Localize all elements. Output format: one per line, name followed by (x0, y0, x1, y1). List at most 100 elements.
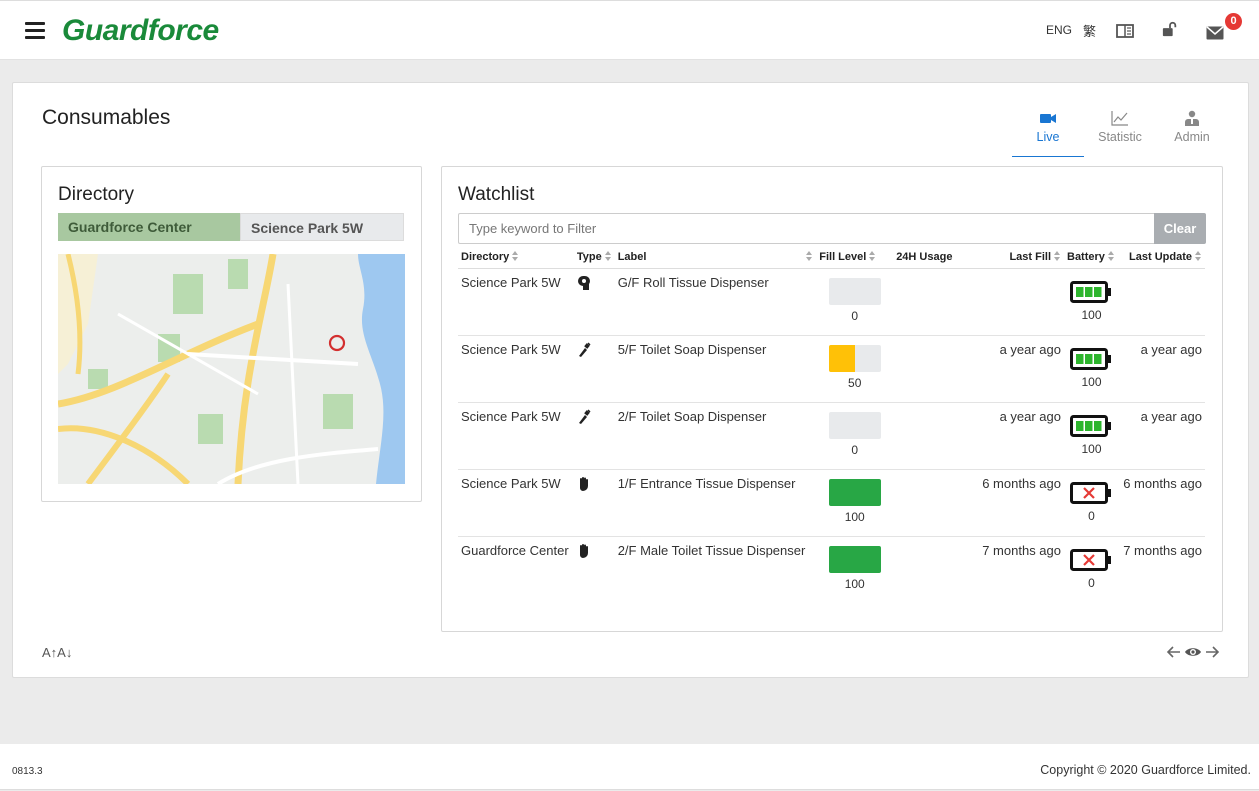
directory-panel: Directory Guardforce Center Science Park… (41, 166, 422, 502)
clear-filter-button[interactable]: Clear (1154, 213, 1206, 244)
cell-last-update: 6 months ago (1118, 469, 1205, 537)
map-graphic (58, 254, 405, 484)
watchlist-table: Directory Type Label Fill Level 24H Usag… (458, 246, 1205, 603)
battery-value: 100 (1081, 441, 1102, 456)
column-header-last-fill[interactable]: Last Fill (963, 246, 1064, 269)
cell-type (573, 469, 615, 537)
table-row[interactable]: Science Park 5W 5/F Toilet Soap Dispenser… (458, 335, 1205, 403)
top-bar: Guardforce ENG 繁 0 (0, 0, 1259, 60)
cell-last-fill (963, 268, 1064, 336)
fill-level-fill (828, 478, 881, 506)
soap-icon (577, 408, 591, 428)
tab-statistic[interactable]: Statistic (1084, 109, 1156, 157)
cell-last-update: a year ago (1118, 335, 1205, 403)
cell-label: 2/F Toilet Soap Dispenser (614, 402, 817, 470)
fill-level-value: 50 (848, 375, 862, 390)
directory-title: Directory (58, 184, 135, 205)
column-header-directory[interactable]: Directory (458, 246, 574, 269)
language-chinese-button[interactable]: 繁 (1083, 21, 1096, 40)
cell-type (574, 536, 615, 603)
hand-tissue-icon (577, 543, 591, 562)
watchlist-filter-input[interactable] (458, 213, 1155, 244)
battery-empty-icon (1070, 481, 1112, 504)
battery-empty-icon (1070, 548, 1112, 571)
cell-label: G/F Roll Tissue Dispenser (614, 268, 817, 336)
column-header-battery[interactable]: Battery (1064, 246, 1119, 269)
fill-level-bar (828, 344, 881, 372)
directory-map[interactable] (58, 254, 405, 484)
cell-fill-level: 100 (816, 536, 893, 603)
sort-icon (1054, 250, 1061, 261)
cell-24h-usage (893, 335, 964, 403)
view-tabs: Live Statistic Admin (1012, 109, 1228, 157)
cell-type (573, 268, 615, 336)
tab-live[interactable]: Live (1012, 109, 1084, 157)
language-english-button[interactable]: ENG (1046, 23, 1072, 37)
watchlist-body: Science Park 5W G/F Roll Tissue Dispenser… (458, 268, 1205, 603)
cell-directory: Science Park 5W (458, 469, 574, 537)
cell-last-fill: a year ago (963, 335, 1064, 403)
battery-full-icon (1070, 280, 1112, 303)
table-row[interactable]: Science Park 5W G/F Roll Tissue Dispenser… (458, 268, 1205, 336)
sort-icon (806, 250, 813, 261)
cell-last-fill: a year ago (963, 402, 1064, 470)
cell-24h-usage (893, 469, 964, 537)
tab-live-label: Live (1036, 130, 1060, 144)
tab-admin[interactable]: Admin (1156, 109, 1228, 157)
cell-directory: Science Park 5W (458, 335, 574, 403)
fill-level-bar (828, 545, 881, 573)
cell-last-update (1118, 268, 1205, 336)
table-header-row: Directory Type Label Fill Level 24H Usag… (458, 246, 1205, 269)
table-row[interactable]: Guardforce Center 2/F Male Toilet Tissue … (458, 536, 1205, 603)
sort-icon (1107, 250, 1115, 261)
directory-tabs: Guardforce Center Science Park 5W (58, 213, 404, 241)
tab-admin-label: Admin (1174, 130, 1210, 144)
battery-value: 100 (1081, 374, 1102, 389)
cell-last-update: a year ago (1118, 402, 1205, 470)
admin-user-icon (1185, 110, 1199, 126)
arrow-right-icon[interactable] (1204, 644, 1220, 660)
battery-full-icon (1070, 414, 1112, 437)
cell-type (573, 335, 615, 403)
fill-level-bar (828, 411, 881, 439)
cell-24h-usage (893, 536, 963, 603)
watchlist-title: Watchlist (458, 184, 535, 205)
table-row[interactable]: Science Park 5W 1/F Entrance Tissue Dispe… (458, 469, 1205, 537)
directory-tab-science-park-5w[interactable]: Science Park 5W (240, 213, 404, 241)
cell-battery: 100 (1064, 335, 1119, 403)
sort-icon (604, 250, 612, 261)
book-icon[interactable] (1116, 23, 1134, 39)
cell-label: 2/F Male Toilet Tissue Dispenser (617, 542, 806, 558)
cell-fill-level: 0 (816, 402, 894, 470)
cell-last-update: 7 months ago (1123, 542, 1202, 558)
unlock-icon[interactable] (1161, 21, 1179, 37)
font-size-controls[interactable]: A↑A↓ (42, 645, 72, 660)
cell-24h-usage (893, 268, 964, 336)
fill-level-value: 0 (851, 308, 859, 323)
roll-tissue-icon (577, 275, 591, 294)
video-camera-icon (1040, 114, 1056, 123)
line-chart-icon (1111, 111, 1128, 126)
arrow-left-icon[interactable] (1166, 644, 1182, 660)
mail-icon[interactable] (1206, 25, 1224, 41)
column-header-24h-usage[interactable]: 24H Usage (893, 246, 964, 269)
table-row[interactable]: Science Park 5W 2/F Toilet Soap Dispenser… (458, 402, 1205, 470)
column-header-type[interactable]: Type (573, 246, 615, 269)
sort-icon (1195, 250, 1202, 261)
hamburger-menu-icon[interactable] (25, 22, 45, 40)
directory-tab-guardforce-center[interactable]: Guardforce Center (58, 213, 240, 241)
footer: 0813.3 Copyright © 2020 Guardforce Limit… (0, 744, 1259, 790)
cell-fill-level: 50 (816, 335, 894, 403)
cell-type (573, 402, 615, 470)
column-header-fill-level[interactable]: Fill Level (816, 246, 894, 269)
column-header-label[interactable]: Label (614, 246, 817, 269)
cell-directory: Guardforce Center (461, 542, 569, 558)
soap-icon (577, 341, 591, 361)
sort-icon (869, 250, 876, 261)
notification-badge[interactable]: 0 (1225, 13, 1242, 30)
column-header-last-update[interactable]: Last Update (1118, 246, 1205, 269)
eye-icon[interactable] (1184, 644, 1202, 660)
fill-level-fill (828, 545, 881, 573)
cell-battery: 0 (1064, 469, 1119, 537)
guardforce-logo[interactable]: Guardforce (62, 14, 219, 48)
